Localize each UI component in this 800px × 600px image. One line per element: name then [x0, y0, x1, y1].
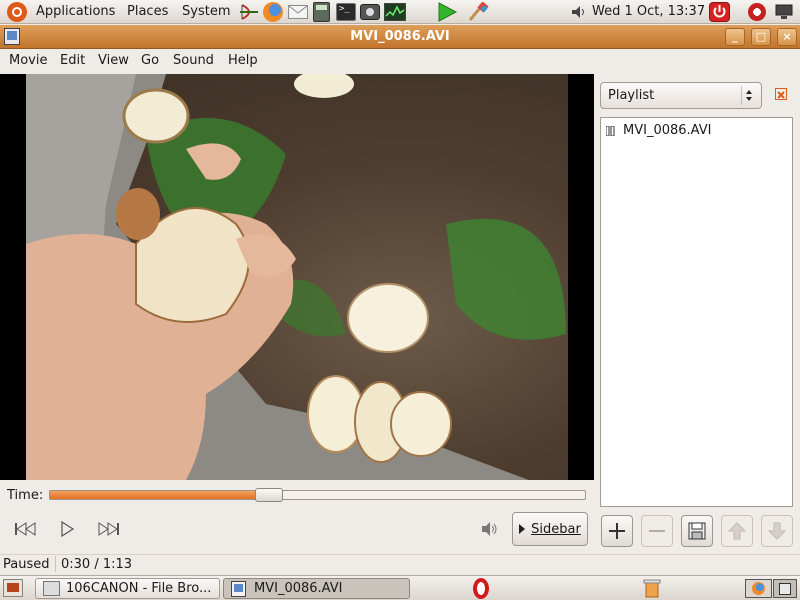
places-menu[interactable]: Places: [127, 4, 168, 19]
play-button[interactable]: [56, 518, 78, 540]
system-menu[interactable]: System: [182, 4, 230, 19]
firefox-launcher-icon[interactable]: [263, 2, 283, 22]
movie-player-icon: [231, 581, 246, 597]
menu-edit[interactable]: Edit: [60, 53, 85, 68]
taskbar-file-browser-label: 106CANON - File Bro...: [66, 581, 212, 596]
sidebar-dropdown-value: Playlist: [608, 88, 655, 103]
statusbar: Paused 0:30 / 1:13: [0, 554, 800, 574]
minimize-button[interactable]: _: [725, 28, 745, 46]
network-status-icon[interactable]: [748, 3, 766, 21]
maximize-button[interactable]: □: [751, 28, 771, 46]
status-divider: [55, 556, 56, 572]
mail-launcher-icon[interactable]: [288, 5, 308, 19]
menu-help[interactable]: Help: [228, 53, 258, 68]
playback-state: Paused: [3, 557, 50, 572]
shutdown-icon[interactable]: [709, 2, 730, 22]
arrow-down-icon: [767, 522, 787, 540]
workspace-1-icon[interactable]: [745, 579, 772, 598]
taskbar-movie-player[interactable]: MVI_0086.AVI: [223, 578, 410, 599]
close-sidebar-icon[interactable]: [775, 88, 787, 100]
volume-icon[interactable]: [571, 5, 587, 19]
volume-speaker-icon: [482, 522, 497, 536]
plus-icon: [609, 523, 625, 539]
paint-brush-launcher-icon[interactable]: [466, 1, 490, 22]
menubar: Movie Edit View Go Sound Help: [0, 50, 800, 72]
volume-button[interactable]: [481, 520, 499, 538]
video-frame-image: [26, 74, 566, 480]
menu-sound[interactable]: Sound: [173, 53, 214, 68]
dropdown-arrows-icon: [741, 86, 755, 105]
calculator-launcher-icon[interactable]: [313, 2, 330, 22]
opera-icon[interactable]: [473, 578, 489, 599]
save-floppy-icon: [688, 522, 706, 540]
playback-time: 0:30 / 1:13: [61, 557, 133, 572]
bow-arrow-launcher-icon[interactable]: [238, 3, 260, 21]
seek-slider[interactable]: [49, 488, 586, 502]
file-manager-icon: [43, 581, 60, 596]
menu-go[interactable]: Go: [141, 53, 159, 68]
close-button[interactable]: ×: [777, 28, 797, 46]
minus-icon: [649, 530, 665, 532]
playlist-remove-button[interactable]: [641, 515, 673, 547]
show-desktop-icon[interactable]: [3, 579, 23, 597]
bottom-panel: 106CANON - File Bro... MVI_0086.AVI: [0, 575, 800, 600]
paused-indicator-icon: [605, 125, 615, 137]
sidebar-toggle-button[interactable]: Sidebar: [512, 512, 588, 546]
window-titlebar[interactable]: MVI_0086.AVI _ □ ×: [0, 25, 800, 49]
next-chapter-button[interactable]: [96, 518, 122, 540]
terminal-launcher-icon[interactable]: >_: [336, 3, 356, 21]
playlist-move-up-button[interactable]: [721, 515, 753, 547]
seek-slider-handle[interactable]: [255, 488, 284, 502]
skip-forward-icon: [98, 522, 119, 536]
window-title: MVI_0086.AVI: [350, 29, 450, 44]
ubuntu-logo-icon[interactable]: [7, 2, 27, 22]
play-launcher-icon[interactable]: [436, 2, 458, 22]
time-label: Time:: [7, 488, 44, 503]
trash-icon[interactable]: [643, 578, 661, 598]
top-panel: Applications Places System >_ Wed 1 Oct,…: [0, 0, 800, 24]
applications-menu[interactable]: Applications: [36, 4, 115, 19]
playlist-add-button[interactable]: [601, 515, 633, 547]
sidebar-button-label: Sidebar: [531, 521, 581, 537]
workspace-2-icon[interactable]: [773, 579, 797, 598]
video-frame: [26, 74, 568, 480]
taskbar-movie-player-label: MVI_0086.AVI: [254, 581, 343, 596]
playlist-item-name: MVI_0086.AVI: [623, 123, 712, 138]
seek-progress-fill: [50, 491, 270, 499]
playlist-item[interactable]: MVI_0086.AVI: [604, 122, 790, 140]
clock[interactable]: Wed 1 Oct, 13:37: [592, 4, 705, 19]
taskbar-file-browser[interactable]: 106CANON - File Bro...: [35, 578, 220, 599]
playlist-save-button[interactable]: [681, 515, 713, 547]
play-icon: [61, 521, 75, 537]
triangle-right-icon: [519, 524, 526, 534]
skip-back-icon: [15, 522, 36, 536]
sidebar-dropdown[interactable]: Playlist: [600, 82, 762, 109]
playlist[interactable]: MVI_0086.AVI: [600, 117, 793, 507]
arrow-up-icon: [727, 522, 747, 540]
menu-view[interactable]: View: [98, 53, 129, 68]
display-icon[interactable]: [775, 4, 793, 20]
system-monitor-launcher-icon[interactable]: [384, 3, 406, 21]
video-display[interactable]: [0, 74, 594, 480]
camera-launcher-icon[interactable]: [360, 4, 380, 20]
previous-chapter-button[interactable]: [12, 518, 38, 540]
playlist-move-down-button[interactable]: [761, 515, 793, 547]
menu-movie[interactable]: Movie: [9, 53, 47, 68]
